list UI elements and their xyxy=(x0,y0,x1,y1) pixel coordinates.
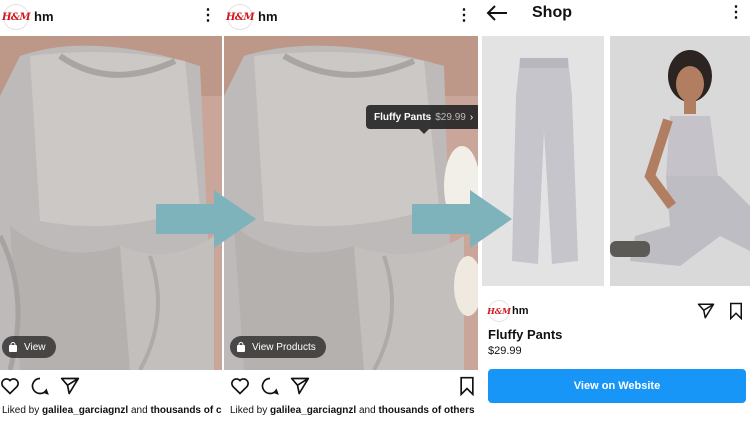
kebab-menu-icon[interactable]: ⋮ xyxy=(456,7,472,25)
view-products-label: View Products xyxy=(252,341,316,353)
shopping-bag-icon xyxy=(237,342,245,352)
kebab-menu-icon[interactable]: ⋮ xyxy=(728,4,744,22)
post-actions xyxy=(0,374,222,400)
product-name: Fluffy Pants xyxy=(488,327,563,342)
shop-title: Shop xyxy=(532,4,572,21)
hm-logo-avatar[interactable]: H&M xyxy=(226,4,255,30)
post-username[interactable]: hm xyxy=(34,9,54,24)
product-tag-price: $29.99 xyxy=(435,111,466,123)
bookmark-icon[interactable] xyxy=(728,302,744,320)
heart-icon[interactable] xyxy=(0,376,20,396)
send-icon[interactable] xyxy=(696,302,716,320)
comment-icon[interactable] xyxy=(260,376,280,396)
send-icon[interactable] xyxy=(290,376,310,396)
shopping-bag-icon xyxy=(9,342,17,352)
likes-text: Liked by galilea_garciagnzl and thousand… xyxy=(2,405,222,416)
product-image-flat[interactable] xyxy=(482,36,604,286)
product-tag[interactable]: Fluffy Pants $29.99 › xyxy=(366,105,478,134)
hm-logo-avatar[interactable]: H&M xyxy=(2,4,31,30)
post-actions xyxy=(224,374,478,400)
likes-user-link[interactable]: galilea_garciagnzl xyxy=(270,405,356,416)
view-products-pill[interactable]: View Products xyxy=(230,336,326,358)
shop-header: Shop ⋮ xyxy=(480,0,750,30)
likes-text: Liked by galilea_garciagnzl and thousand… xyxy=(230,405,475,416)
likes-user-link[interactable]: galilea_garciagnzl xyxy=(42,405,128,416)
shop-username[interactable]: hm xyxy=(512,305,529,317)
chevron-right-icon: › xyxy=(469,111,474,123)
view-pill[interactable]: View xyxy=(2,336,56,358)
shop-panel: Shop ⋮ H&M hm Fluffy Pants $29.99 View o… xyxy=(480,0,750,425)
transition-arrow-icon xyxy=(412,190,512,248)
view-on-website-button[interactable]: View on Website xyxy=(488,369,746,403)
post-header: H&M hm ⋮ xyxy=(224,0,478,34)
post-username[interactable]: hm xyxy=(258,9,278,24)
bookmark-icon[interactable] xyxy=(458,376,476,396)
post-header: H&M hm ⋮ xyxy=(0,0,222,34)
product-image-model[interactable] xyxy=(610,36,750,286)
hm-logo-avatar[interactable]: H&M xyxy=(487,300,511,322)
transition-arrow-icon xyxy=(156,190,256,248)
back-arrow-icon[interactable] xyxy=(486,4,508,22)
comment-icon[interactable] xyxy=(30,376,50,396)
product-tag-name: Fluffy Pants xyxy=(374,111,432,123)
kebab-menu-icon[interactable]: ⋮ xyxy=(200,7,216,25)
view-pill-label: View xyxy=(24,341,46,353)
send-icon[interactable] xyxy=(60,376,80,396)
heart-icon[interactable] xyxy=(230,376,250,396)
product-price: $29.99 xyxy=(488,345,522,357)
